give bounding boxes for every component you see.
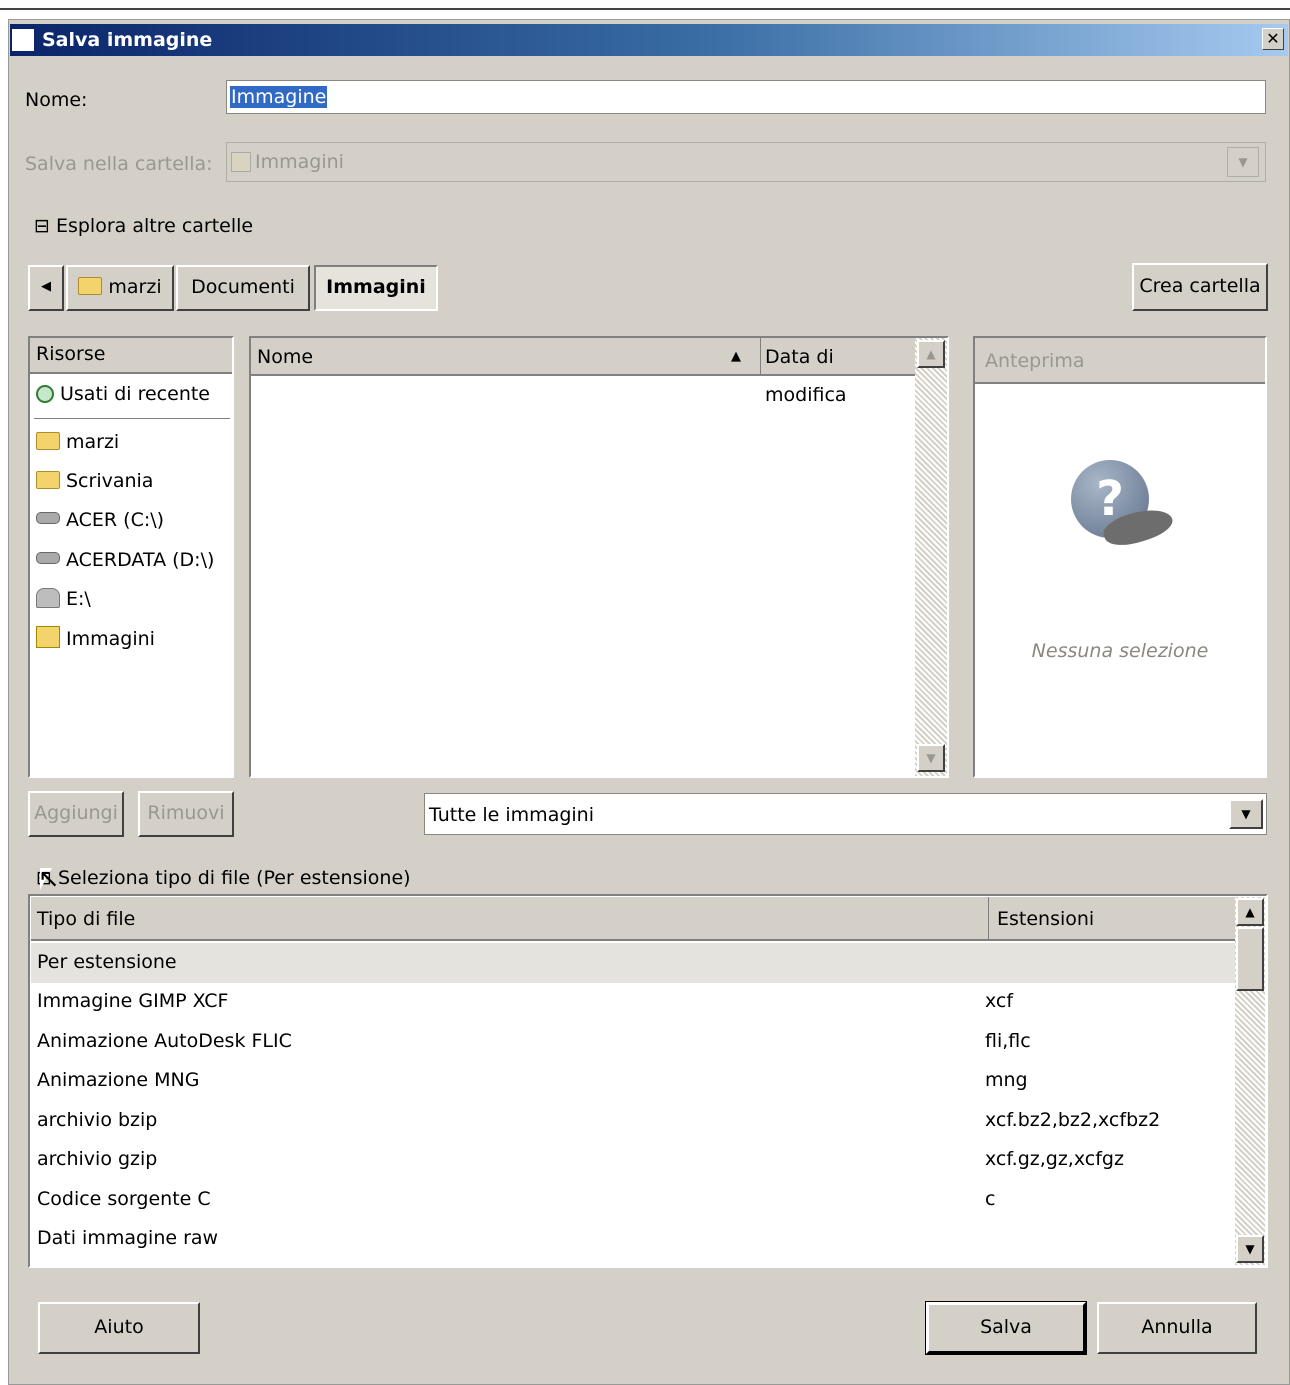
file-type-name: Immagine GIMP XCF bbox=[37, 990, 229, 1012]
column-header-file-type[interactable]: Tipo di file bbox=[31, 897, 989, 941]
create-folder-button[interactable]: Crea cartella bbox=[1132, 263, 1268, 311]
place-e-label: E:\ bbox=[66, 588, 91, 610]
place-immagini[interactable]: Immagini bbox=[36, 626, 155, 651]
file-type-ext: c bbox=[985, 1188, 996, 1210]
file-type-row-selected[interactable]: Per estensione bbox=[31, 943, 1235, 983]
pictures-folder-icon bbox=[36, 626, 60, 648]
breadcrumb-back-button[interactable]: ◀ bbox=[28, 265, 64, 311]
file-type-name: archivio gzip bbox=[37, 1148, 158, 1170]
breadcrumb-marzi-label: marzi bbox=[108, 276, 162, 298]
file-type-expander-label: Seleziona tipo di file (Per estensione) bbox=[57, 867, 411, 889]
scroll-up-button[interactable]: ▲ bbox=[917, 340, 945, 368]
collapse-icon: ⊟ bbox=[34, 215, 50, 237]
file-list-scrollbar[interactable]: ▲ ▼ bbox=[915, 338, 947, 776]
save-folder-combo[interactable]: Immagini ▼ bbox=[226, 142, 1266, 182]
save-folder-value: Immagini bbox=[255, 151, 344, 173]
preview-header: Anteprima bbox=[975, 338, 1265, 384]
places-separator bbox=[34, 418, 230, 419]
save-folder-dropdown-arrow[interactable]: ▼ bbox=[1227, 147, 1259, 177]
column-header-name-label: Nome bbox=[257, 346, 314, 368]
file-filter-value: Tutte le immagini bbox=[429, 804, 594, 826]
file-type-scrollbar[interactable]: ▲ ▼ bbox=[1235, 897, 1265, 1265]
column-header-name[interactable]: Nome ▲ bbox=[251, 338, 761, 376]
add-bookmark-button[interactable]: Aggiungi bbox=[28, 791, 124, 837]
breadcrumb-documenti[interactable]: Documenti bbox=[176, 265, 310, 311]
mouse-pointer-icon: ↖ bbox=[38, 864, 60, 894]
folder-icon bbox=[36, 471, 60, 489]
place-acerdata-d[interactable]: ACERDATA (D:\) bbox=[36, 548, 214, 572]
file-type-row[interactable]: Immagine GIMP XCF xcf bbox=[31, 982, 1235, 1022]
column-header-extensions[interactable]: Estensioni bbox=[989, 897, 1235, 941]
file-type-ext: xcf.bz2,bz2,xcfbz2 bbox=[985, 1109, 1161, 1131]
breadcrumb-immagini[interactable]: Immagini bbox=[314, 265, 438, 311]
file-type-scroll-up-button[interactable]: ▲ bbox=[1236, 898, 1264, 926]
file-type-name: archivio bzip bbox=[37, 1109, 158, 1131]
recent-icon bbox=[36, 385, 54, 403]
place-acer-c-label: ACER (C:\) bbox=[66, 509, 165, 531]
place-recent[interactable]: Usati di recente bbox=[36, 382, 210, 406]
preview-panel: Anteprima ? Nessuna selezione bbox=[973, 336, 1267, 778]
file-type-row[interactable]: Codice sorgente C c bbox=[31, 1180, 1235, 1220]
file-type-row[interactable]: Animazione AutoDesk FLIC fli,flc bbox=[31, 1022, 1235, 1062]
file-type-scroll-thumb[interactable] bbox=[1236, 927, 1264, 991]
sort-ascending-icon: ▲ bbox=[731, 349, 741, 364]
cancel-button[interactable]: Annulla bbox=[1097, 1302, 1257, 1354]
browse-folders-label: Esplora altre cartelle bbox=[55, 215, 254, 237]
file-type-name: Animazione MNG bbox=[37, 1069, 200, 1091]
name-label: Nome: bbox=[25, 89, 88, 111]
place-acer-c[interactable]: ACER (C:\) bbox=[36, 508, 164, 532]
removable-drive-icon bbox=[36, 588, 60, 608]
place-scrivania-label: Scrivania bbox=[66, 470, 154, 492]
file-type-row[interactable]: Dati immagine raw bbox=[31, 1219, 1235, 1259]
file-type-ext: xcf bbox=[985, 990, 1014, 1012]
folder-icon bbox=[78, 277, 103, 295]
file-type-row[interactable]: archivio gzip xcf.gz,gz,xcfgz bbox=[31, 1140, 1235, 1180]
file-type-ext: fli,flc bbox=[985, 1030, 1031, 1052]
file-filter-dropdown-arrow[interactable]: ▼ bbox=[1229, 799, 1263, 829]
hard-disk-icon bbox=[36, 512, 60, 524]
file-filter-combo[interactable]: Tutte le immagini ▼ bbox=[424, 793, 1267, 835]
places-header[interactable]: Risorse bbox=[30, 338, 232, 374]
file-type-name: Dati immagine raw bbox=[37, 1227, 219, 1249]
file-type-ext: xcf.gz,gz,xcfgz bbox=[985, 1148, 1124, 1170]
breadcrumb-marzi[interactable]: marzi bbox=[66, 265, 174, 311]
browse-folders-expander[interactable]: ⊟ Esplora altre cartelle bbox=[34, 214, 253, 238]
file-type-ext: mng bbox=[985, 1069, 1028, 1091]
help-button[interactable]: Aiuto bbox=[38, 1302, 200, 1354]
file-type-scroll-down-button[interactable]: ▼ bbox=[1236, 1235, 1264, 1263]
file-type-expander[interactable]: ⊞ Seleziona tipo di file (Per estensione… bbox=[36, 866, 411, 890]
filename-input[interactable]: Immagine bbox=[226, 80, 1266, 114]
file-type-name: Animazione AutoDesk FLIC bbox=[37, 1030, 292, 1052]
file-type-row[interactable]: Animazione MNG mng bbox=[31, 1061, 1235, 1101]
file-type-row[interactable]: archivio bzip xcf.bz2,bz2,xcfbz2 bbox=[31, 1101, 1235, 1141]
background-document-strip bbox=[0, 0, 1290, 10]
hard-disk-icon bbox=[36, 552, 60, 564]
remove-bookmark-button[interactable]: Rimuovi bbox=[138, 791, 234, 837]
save-button[interactable]: Salva bbox=[925, 1301, 1087, 1355]
place-recent-label: Usati di recente bbox=[60, 383, 210, 405]
file-type-name: Codice sorgente C bbox=[37, 1188, 211, 1210]
app-icon bbox=[12, 29, 34, 51]
preview-empty-text: Nessuna selezione bbox=[1031, 640, 1209, 662]
places-panel: Risorse Usati di recente marzi Scrivania… bbox=[28, 336, 234, 778]
file-type-name: Per estensione bbox=[37, 951, 177, 973]
place-acerdata-d-label: ACERDATA (D:\) bbox=[66, 549, 215, 571]
place-immagini-label: Immagini bbox=[66, 628, 155, 650]
pictures-folder-icon bbox=[231, 152, 251, 172]
place-e[interactable]: E:\ bbox=[36, 587, 91, 611]
file-list[interactable]: Nome ▲ Data di modifica ▲ ▼ bbox=[249, 336, 949, 778]
close-button[interactable]: ✕ bbox=[1262, 28, 1284, 50]
column-header-date[interactable]: Data di modifica bbox=[761, 338, 915, 406]
save-folder-label: Salva nella cartella: bbox=[25, 153, 213, 175]
scroll-down-button[interactable]: ▼ bbox=[917, 744, 945, 772]
dialog-title: Salva immagine bbox=[42, 29, 213, 51]
place-scrivania[interactable]: Scrivania bbox=[36, 469, 153, 493]
filename-value: Immagine bbox=[230, 86, 328, 108]
place-marzi-label: marzi bbox=[66, 431, 120, 453]
place-marzi[interactable]: marzi bbox=[36, 430, 119, 454]
folder-icon bbox=[36, 432, 60, 450]
